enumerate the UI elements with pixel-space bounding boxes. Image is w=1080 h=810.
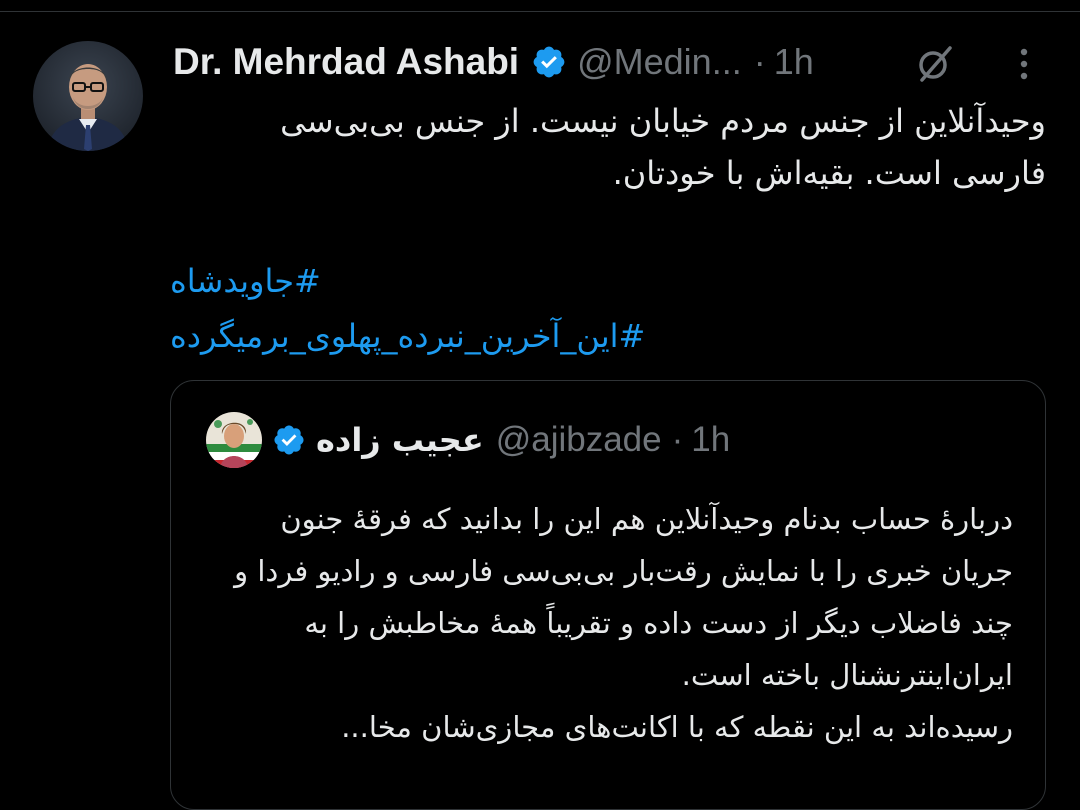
separator-dot: · [671, 420, 684, 459]
verified-badge-icon[interactable] [531, 44, 567, 80]
verified-badge-icon[interactable] [272, 423, 306, 457]
avatar-photo [33, 41, 143, 151]
more-vertical-icon[interactable] [1012, 44, 1036, 84]
avatar-photo [206, 412, 262, 468]
quoted-author-name[interactable]: عجیب زاده [316, 421, 484, 459]
separator-dot: · [753, 41, 766, 82]
quoted-post-text: دربارهٔ حساب بدنام وحیدآنلاین هم این را … [201, 493, 1013, 753]
quoted-post-card[interactable]: عجیب زاده @ajibzade · 1h دربارهٔ حساب بد… [170, 380, 1046, 810]
hashtag-link[interactable]: #جاویدشاه [170, 255, 321, 307]
top-divider [0, 0, 1080, 12]
quoted-post-paragraph: رسیده‌اند به این نقطه که با اکانت‌های مج… [341, 710, 1013, 744]
quoted-author-avatar[interactable] [206, 412, 262, 468]
quoted-post-paragraph: دربارهٔ حساب بدنام وحیدآنلاین هم این را … [234, 502, 1013, 692]
author-handle[interactable]: @Medin... [577, 41, 742, 83]
quoted-author-handle[interactable]: @ajibzade [496, 420, 662, 460]
quoted-post-time[interactable]: 1h [691, 420, 730, 460]
author-name[interactable]: Dr. Mehrdad Ashabi [173, 41, 519, 83]
post-time[interactable]: 1h [774, 41, 814, 83]
author-avatar[interactable] [33, 41, 143, 151]
post-text: وحیدآنلاین از جنس مردم خیابان نیست. از ج… [280, 102, 1046, 192]
grok-icon[interactable] [914, 44, 954, 84]
hashtag-link[interactable]: #این_آخرین_نبرده_پهلوی_برمیگرده [170, 310, 645, 362]
quoted-post-header: عجیب زاده @ajibzade · 1h [206, 411, 730, 469]
